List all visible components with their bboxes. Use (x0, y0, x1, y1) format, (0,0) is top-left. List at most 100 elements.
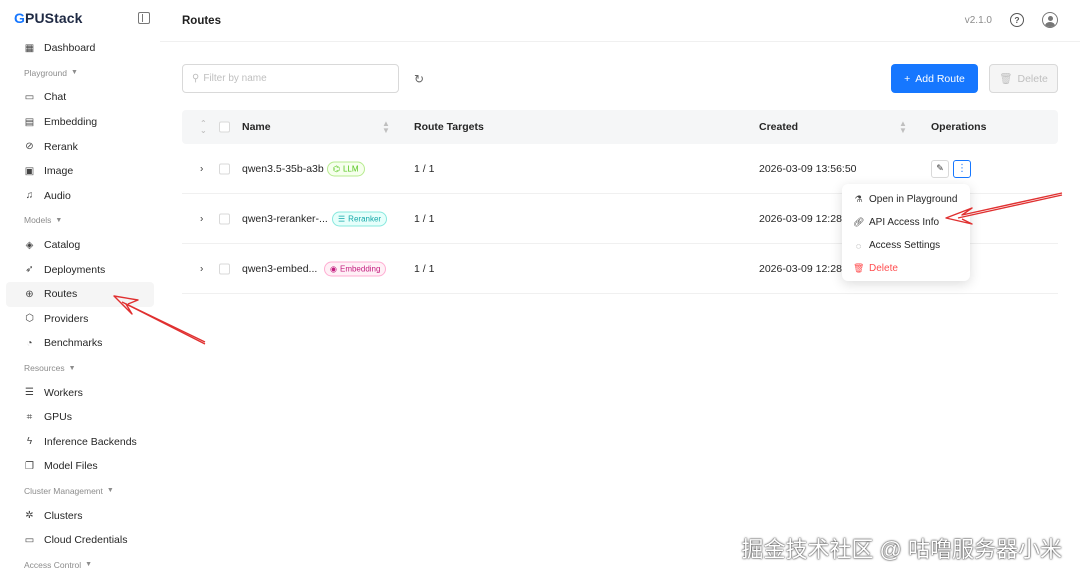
row-checkbox[interactable] (219, 213, 230, 224)
column-header-operations: Operations (931, 121, 987, 133)
clusters-icon: ✲ (25, 510, 34, 522)
sidebar-collapse-icon[interactable] (138, 12, 150, 24)
reranker-icon: ☰ (338, 214, 346, 223)
sidebar-item-routes[interactable]: ⊕ Routes (6, 281, 154, 307)
gpu-icon: ⌗ (26, 411, 33, 423)
trash-icon: 🗑︎ (999, 73, 1013, 85)
caret-down-icon: ▼ (55, 216, 63, 224)
menu-item-delete[interactable]: 🗑︎ Delete (842, 257, 970, 280)
audio-icon: ♫ (25, 190, 34, 202)
caret-down-icon: ▼ (71, 69, 78, 77)
sidebar-item-inference-backends[interactable]: ϟ Inference Backends (6, 430, 154, 455)
caret-down-icon: ▼ (68, 364, 76, 372)
sidebar-item-model-files[interactable]: ❐ Model Files (6, 454, 154, 479)
expand-row-icon[interactable]: › (200, 213, 203, 224)
gauge-icon: ◔ (26, 337, 33, 349)
column-header-created[interactable]: Created (759, 121, 798, 133)
catalog-icon: ◈ (25, 239, 34, 251)
sidebar-group-resources[interactable]: Resources ▼ (6, 356, 154, 381)
sidebar-item-embedding[interactable]: ▤ Embedding (6, 110, 154, 135)
sort-icon[interactable]: ▲ ▼ (382, 120, 390, 135)
row-actions-menu: ⚗ Open in Playground 🔗︎ API Access Info ◌ A… (842, 184, 970, 281)
header-actions: v2.1.0 ? (965, 12, 1058, 28)
version-label: v2.1.0 (964, 14, 992, 26)
sidebar-item-cloud-credentials[interactable]: ▭ Cloud Credentials (6, 528, 154, 553)
menu-item-api-access-info[interactable]: 🔗︎ API Access Info (842, 211, 970, 234)
sidebar-group-playground[interactable]: Playground ▼ (6, 61, 154, 86)
search-box[interactable]: ⚲ (182, 64, 399, 93)
help-icon[interactable]: ? (1010, 13, 1024, 27)
route-targets: 1 / 1 (414, 262, 435, 275)
workers-icon: ☰ (25, 387, 34, 399)
sidebar-group-access-control[interactable]: Access Control ▼ (6, 552, 154, 577)
bolt-icon: ϟ (26, 436, 33, 448)
flask-icon: ⚗ (854, 194, 863, 204)
expand-all-icon[interactable]: ⌃ ⌄ (200, 120, 207, 135)
edit-icon[interactable]: ✎ (931, 159, 949, 178)
page-header: Routes v2.1.0 ? (160, 0, 1080, 42)
rerank-icon: ⊘ (25, 141, 34, 153)
select-all-checkbox[interactable] (219, 121, 230, 133)
sidebar-item-catalog[interactable]: ◈ Catalog (6, 233, 154, 258)
column-header-name[interactable]: Name (242, 121, 271, 133)
logo-row: GPUStack (0, 0, 160, 36)
expand-row-icon[interactable]: › (200, 163, 203, 174)
menu-item-access-settings[interactable]: ◌ Access Settings (842, 234, 970, 257)
page-title: Routes (182, 14, 221, 27)
sidebar-item-benchmarks[interactable]: ◔ Benchmarks (6, 331, 154, 356)
sidebar-item-rerank[interactable]: ⊘ Rerank (6, 134, 154, 159)
providers-icon: ⬡ (25, 313, 34, 325)
created-time: 2026-03-09 12:28: (759, 262, 845, 275)
sidebar-item-clusters[interactable]: ✲ Clusters (6, 503, 154, 528)
table-header: ⌃ ⌄ Name ▲ ▼ Route Targets Created ▲ ▼ Oper… (182, 110, 1058, 144)
credentials-icon: ▭ (24, 534, 35, 546)
embedding-icon: ▤ (24, 116, 35, 128)
sidebar-item-workers[interactable]: ☰ Workers (6, 380, 154, 405)
search-icon: ⚲ (192, 73, 200, 84)
route-type-tag: ⌬ LLM (327, 161, 365, 176)
search-input[interactable] (203, 73, 384, 84)
caret-down-icon: ▼ (106, 487, 114, 495)
settings-icon: ◌ (855, 240, 862, 251)
image-icon: ▣ (24, 165, 35, 177)
sidebar-group-cluster-management[interactable]: Cluster Management ▼ (6, 479, 154, 504)
row-checkbox[interactable] (219, 163, 230, 174)
sidebar-item-audio[interactable]: ♫ Audio (6, 184, 154, 209)
dashboard-icon: ▦ (24, 42, 35, 54)
route-name[interactable]: qwen3-reranker-... (242, 213, 328, 225)
embedding-icon: ◉ (330, 264, 337, 273)
delete-button[interactable]: 🗑︎ Delete (989, 64, 1058, 93)
expand-row-icon[interactable]: › (200, 263, 203, 274)
rocket-icon: ➶ (25, 264, 34, 276)
sort-icon[interactable]: ▲ ▼ (899, 120, 907, 135)
row-checkbox[interactable] (219, 263, 230, 274)
sidebar-item-chat[interactable]: ▭ Chat (6, 85, 154, 110)
sidebar-item-dashboard[interactable]: ▦ Dashboard (6, 36, 154, 61)
sidebar-item-providers[interactable]: ⬡ Providers (6, 307, 154, 332)
plus-icon: + (904, 72, 911, 85)
sidebar-item-deployments[interactable]: ➶ Deployments (6, 257, 154, 282)
sidebar-item-gpus[interactable]: ⌗ GPUs (6, 405, 154, 430)
refresh-icon[interactable]: ↻ (414, 72, 424, 86)
sidebar-group-models[interactable]: Models ▼ (6, 208, 154, 233)
link-icon: 🔗︎ (853, 217, 865, 227)
user-avatar-icon[interactable] (1042, 12, 1058, 28)
route-type-tag: ◉ Embedding (324, 261, 387, 276)
routes-icon: ⊕ (25, 288, 34, 300)
sidebar: GPUStack ▦ Dashboard Playground ▼ ▭ Chat ▤ E… (0, 0, 160, 578)
menu-item-open-in-playground[interactable]: ⚗ Open in Playground (842, 188, 970, 211)
sidebar-item-image[interactable]: ▣ Image (6, 159, 154, 184)
column-header-route-targets: Route Targets (414, 121, 484, 133)
add-route-button[interactable]: + Add Route (891, 64, 978, 93)
route-name[interactable]: qwen3.5-35b-a3b (242, 163, 324, 175)
files-icon: ❐ (25, 460, 34, 472)
caret-down-icon: ▼ (85, 561, 93, 569)
route-targets: 1 / 1 (414, 212, 435, 225)
created-time: 2026-03-09 13:56:50 (759, 162, 857, 175)
more-actions-icon[interactable]: ⋮ (953, 159, 971, 178)
route-name[interactable]: qwen3-embed... (242, 263, 317, 275)
watermark: 掘金技术社区 @ 咕噜服务器小米 (741, 537, 1062, 562)
chat-icon: ▭ (24, 91, 35, 103)
app-logo[interactable]: GPUStack (14, 10, 83, 26)
route-targets: 1 / 1 (414, 162, 435, 175)
